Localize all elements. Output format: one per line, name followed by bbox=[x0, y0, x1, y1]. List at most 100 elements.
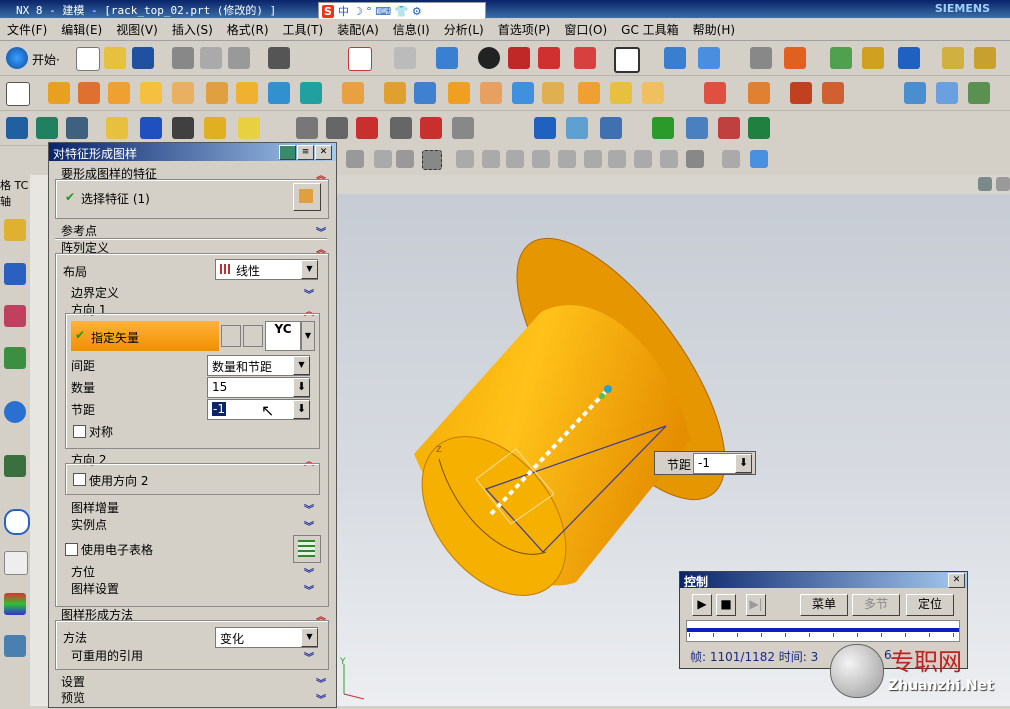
menu-help[interactable]: 帮助(H) bbox=[686, 21, 742, 38]
boolean-icon[interactable] bbox=[206, 82, 228, 104]
o-s-icon[interactable] bbox=[356, 117, 378, 139]
section-reusable-refs[interactable]: 可重用的引用 bbox=[71, 647, 143, 664]
midpoint-icon[interactable] bbox=[482, 150, 500, 168]
sweep-icon[interactable] bbox=[968, 82, 990, 104]
cube-icon[interactable] bbox=[750, 150, 768, 168]
rotate-icon[interactable] bbox=[396, 150, 414, 168]
clock-icon[interactable] bbox=[4, 509, 30, 535]
check-icon[interactable] bbox=[652, 117, 674, 139]
play-button[interactable]: ▶ bbox=[692, 594, 712, 616]
cylinder-icon[interactable] bbox=[140, 82, 162, 104]
roles-icon[interactable] bbox=[4, 635, 26, 657]
tangent-icon[interactable] bbox=[584, 150, 602, 168]
expand-reference-icon[interactable]: ︾ bbox=[316, 224, 326, 239]
method-select[interactable]: 变化 ▼ bbox=[215, 627, 318, 648]
subtract-icon[interactable] bbox=[790, 82, 812, 104]
paste-icon[interactable] bbox=[228, 47, 250, 69]
play-icon[interactable] bbox=[898, 47, 920, 69]
replace-face-icon[interactable] bbox=[204, 117, 226, 139]
layer-icon[interactable] bbox=[698, 47, 720, 69]
surface-icon[interactable] bbox=[904, 82, 926, 104]
sketch-icon[interactable] bbox=[6, 82, 30, 106]
section-orientation[interactable]: 方位 bbox=[71, 563, 95, 580]
pattern-feature-icon[interactable] bbox=[578, 82, 600, 104]
curve-point-icon[interactable] bbox=[660, 150, 678, 168]
wcs-icon[interactable] bbox=[664, 47, 686, 69]
snap-icon[interactable] bbox=[784, 47, 806, 69]
mesh-surface-icon[interactable] bbox=[936, 82, 958, 104]
expand-reusable-icon[interactable]: ︾ bbox=[304, 649, 314, 664]
menu-gc-toolbox[interactable]: GC 工具箱 bbox=[614, 21, 686, 38]
menu-edit[interactable]: 编辑(E) bbox=[54, 21, 109, 38]
move-face-icon[interactable] bbox=[140, 117, 162, 139]
grid-icon[interactable] bbox=[718, 117, 740, 139]
timeline-track[interactable] bbox=[686, 620, 960, 642]
process-studio-icon[interactable] bbox=[4, 593, 26, 615]
assembly-nav-icon[interactable] bbox=[6, 117, 28, 139]
section-boundary[interactable]: 边界定义 bbox=[71, 284, 119, 301]
chevron-down-icon[interactable]: ▼ bbox=[301, 260, 318, 279]
expand-increment-icon[interactable]: ︾ bbox=[304, 501, 314, 516]
analysis-icon[interactable] bbox=[830, 47, 852, 69]
draft-icon[interactable] bbox=[448, 82, 470, 104]
pull-face-icon[interactable] bbox=[172, 117, 194, 139]
arc-center-icon[interactable] bbox=[558, 150, 576, 168]
g-s-icon[interactable] bbox=[326, 117, 348, 139]
expand-orientation-icon[interactable]: ︾ bbox=[304, 565, 314, 580]
edge-blend-icon[interactable] bbox=[342, 82, 364, 104]
ruler-icon[interactable] bbox=[942, 47, 964, 69]
spreadsheet-icon[interactable] bbox=[534, 117, 556, 139]
reverse-direction-icon[interactable] bbox=[221, 325, 241, 347]
extrude-icon[interactable] bbox=[48, 82, 70, 104]
section-view-icon[interactable] bbox=[508, 47, 530, 69]
endpoint-icon[interactable] bbox=[456, 150, 474, 168]
expand-boundary-icon[interactable]: ︾ bbox=[304, 286, 314, 301]
cylinder-part[interactable]: Z bbox=[393, 207, 762, 622]
g-h-icon[interactable] bbox=[390, 117, 412, 139]
select-feature-label[interactable]: 选择特征 (1) bbox=[81, 190, 150, 207]
mirror-feature-icon[interactable] bbox=[610, 82, 632, 104]
expand-preview-icon[interactable]: ︾ bbox=[316, 691, 326, 706]
tip-arrow-icon[interactable]: ⬇ bbox=[735, 454, 752, 473]
menu-window[interactable]: 窗口(O) bbox=[557, 21, 614, 38]
tip-field[interactable]: -1 ⬇ bbox=[693, 453, 752, 474]
chart-icon[interactable] bbox=[452, 117, 474, 139]
feature-select-button[interactable] bbox=[293, 183, 321, 211]
menu-tools[interactable]: 工具(T) bbox=[276, 21, 331, 38]
part-nav-icon[interactable] bbox=[36, 117, 58, 139]
spreadsheet-checkbox[interactable] bbox=[65, 543, 78, 556]
menu-file[interactable]: 文件(F) bbox=[0, 21, 54, 38]
view-orient-icon[interactable] bbox=[436, 47, 458, 69]
undo-icon[interactable] bbox=[268, 47, 290, 69]
new-file-icon[interactable] bbox=[76, 47, 100, 71]
pitch-arrow-icon[interactable]: ⬇ bbox=[293, 400, 310, 419]
menu-button[interactable]: 菜单 bbox=[800, 594, 848, 616]
spreadsheet-button[interactable] bbox=[293, 535, 321, 563]
spacing-select[interactable]: 数量和节距 ▼ bbox=[207, 355, 310, 376]
ime-icons[interactable]: ☽ ° ⌨ 👕 ⚙ bbox=[353, 5, 422, 18]
table-icon[interactable] bbox=[686, 117, 708, 139]
gear-icon[interactable] bbox=[600, 117, 622, 139]
reuse-library-icon[interactable] bbox=[4, 347, 26, 369]
ime-toolbar[interactable]: S 中 ☽ ° ⌨ 👕 ⚙ bbox=[318, 2, 486, 20]
move-icon[interactable] bbox=[374, 150, 392, 168]
expression-icon[interactable] bbox=[106, 117, 128, 139]
system-materials-icon[interactable] bbox=[4, 551, 28, 575]
menu-assembly[interactable]: 装配(A) bbox=[330, 21, 386, 38]
axis-icon[interactable] bbox=[748, 117, 770, 139]
chamfer-icon[interactable] bbox=[384, 82, 406, 104]
grid-snap-icon[interactable] bbox=[722, 150, 740, 168]
split-body-icon[interactable] bbox=[512, 82, 534, 104]
open-folder-icon[interactable] bbox=[104, 47, 126, 69]
trim-body-icon[interactable] bbox=[480, 82, 502, 104]
fit-view-icon[interactable] bbox=[348, 47, 372, 71]
section-preview[interactable]: 预览 bbox=[61, 689, 85, 706]
menu-info[interactable]: 信息(I) bbox=[386, 21, 437, 38]
count-field[interactable]: 15 ⬇ bbox=[207, 377, 310, 398]
menu-insert[interactable]: 插入(S) bbox=[165, 21, 220, 38]
save-icon[interactable] bbox=[132, 47, 154, 69]
restore-view-icon[interactable] bbox=[978, 177, 992, 191]
existing-point-icon[interactable] bbox=[634, 150, 652, 168]
spring-icon[interactable] bbox=[566, 117, 588, 139]
nx-start-icon[interactable] bbox=[6, 47, 28, 69]
